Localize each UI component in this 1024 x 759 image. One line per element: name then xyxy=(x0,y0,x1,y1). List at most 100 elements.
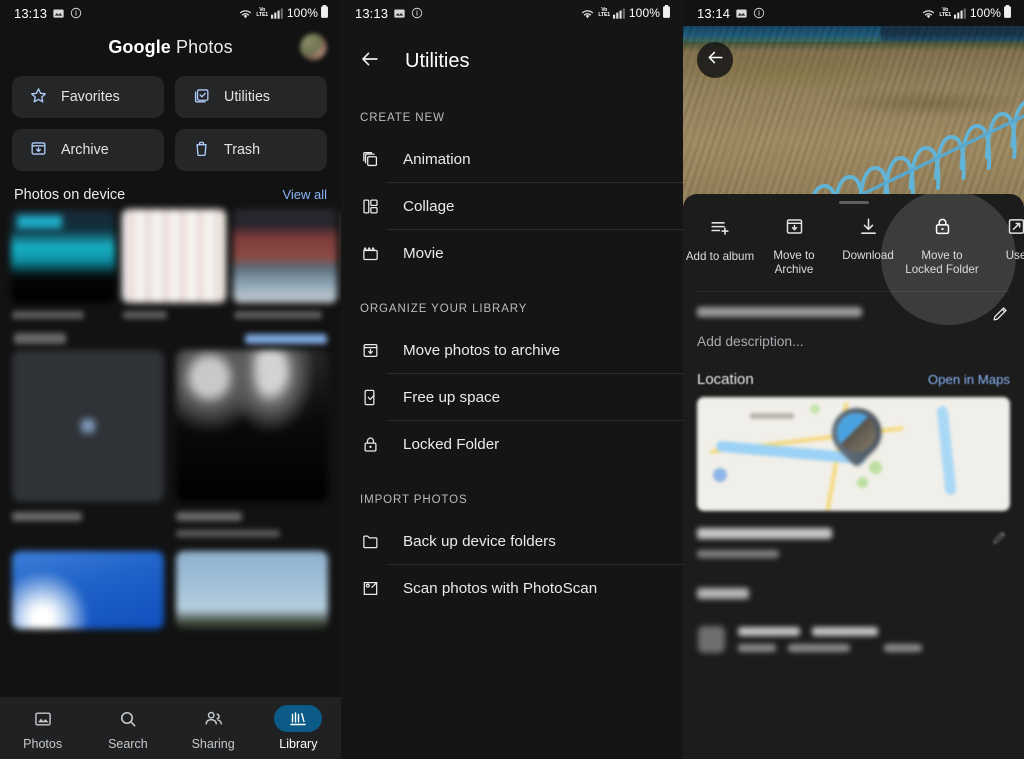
map-water-dot xyxy=(712,467,727,482)
lock-icon xyxy=(932,216,953,241)
place-name-blurred xyxy=(697,528,832,539)
battery-percent: 100% xyxy=(286,6,318,20)
folder-thumbnail xyxy=(232,209,338,303)
library-header: Google Photos xyxy=(0,26,341,68)
album-name-blurred xyxy=(12,512,82,521)
nav-label: Sharing xyxy=(191,737,235,751)
pencil-icon[interactable] xyxy=(991,304,1010,328)
menu-item-animation[interactable]: Animation xyxy=(341,136,683,183)
nav-photos[interactable]: Photos xyxy=(0,705,85,751)
open-in-maps-link[interactable]: Open in Maps xyxy=(928,372,1010,387)
star-icon xyxy=(29,86,48,109)
device-folder-item[interactable] xyxy=(232,209,338,319)
action-move-to-locked-folder[interactable]: Move to Locked Folder xyxy=(905,216,979,277)
info-icon xyxy=(753,7,765,19)
menu-label: Free up space xyxy=(403,389,501,406)
app-title: Google Photos xyxy=(108,37,232,58)
folder-thumbnail xyxy=(10,209,116,303)
details-row xyxy=(683,599,1024,653)
pencil-icon[interactable] xyxy=(991,529,1008,551)
add-description-field[interactable]: Add description... xyxy=(697,334,1010,349)
nav-library[interactable]: Library xyxy=(256,705,341,751)
detail-line xyxy=(738,644,776,652)
menu-item-locked-folder[interactable]: Locked Folder xyxy=(341,421,683,468)
trash-icon xyxy=(192,139,211,162)
chip-utilities[interactable]: Utilities xyxy=(175,76,327,118)
search-icon xyxy=(104,705,152,732)
signal-bars-icon xyxy=(612,7,626,19)
album-cover xyxy=(176,350,328,502)
details-icon-blurred xyxy=(698,626,725,653)
status-time: 13:14 xyxy=(697,5,731,21)
folder-name-blurred xyxy=(123,311,167,319)
info-icon xyxy=(70,7,82,19)
photo-preview[interactable] xyxy=(683,26,1024,220)
menu-item-free-up-space[interactable]: Free up space xyxy=(341,374,683,421)
section-heading-create-new: CREATE NEW xyxy=(360,112,445,124)
wifi-icon xyxy=(238,7,253,20)
chip-archive[interactable]: Archive xyxy=(12,129,164,171)
photo-icon xyxy=(52,7,65,20)
chip-favorites[interactable]: Favorites xyxy=(12,76,164,118)
detail-line xyxy=(884,644,922,652)
menu-item-scan-photos-with-photoscan[interactable]: Scan photos with PhotoScan xyxy=(341,565,683,612)
menu-item-movie[interactable]: Movie xyxy=(341,230,683,277)
nav-search[interactable]: Search xyxy=(85,705,170,751)
more-photos-row xyxy=(0,537,341,629)
photo-thumbnail[interactable] xyxy=(176,551,328,629)
menu-item-collage[interactable]: Collage xyxy=(341,183,683,230)
chip-label: Trash xyxy=(224,142,261,158)
device-folder-item[interactable] xyxy=(10,209,116,319)
action-download[interactable]: Download xyxy=(831,216,905,277)
map-green-area xyxy=(869,460,883,474)
screen-photo-detail: 13:14 Vo LTE1 100% Add to album Move to … xyxy=(683,0,1024,759)
menu-label: Back up device folders xyxy=(403,533,556,550)
place-info xyxy=(683,511,1024,558)
location-title: Location xyxy=(697,371,754,388)
back-button[interactable] xyxy=(697,42,733,78)
photo-thumbnail[interactable] xyxy=(12,551,164,629)
photo-date-blurred xyxy=(697,307,862,317)
brand-google: Google xyxy=(108,36,171,57)
library-icon xyxy=(274,705,323,732)
status-battery: 100% xyxy=(287,5,329,21)
action-label: Move to Locked Folder xyxy=(905,249,979,276)
volte-indicator: Vo LTE1 xyxy=(598,6,610,18)
back-arrow-icon xyxy=(706,48,725,72)
album-item[interactable] xyxy=(12,350,164,537)
menu-item-back-up-device-folders[interactable]: Back up device folders xyxy=(341,518,683,565)
signal-bars-icon xyxy=(953,7,967,19)
avatar[interactable] xyxy=(300,33,327,61)
device-folder-item[interactable] xyxy=(121,209,227,319)
back-arrow-icon[interactable] xyxy=(359,48,381,75)
wifi-icon xyxy=(921,7,936,20)
chip-label: Favorites xyxy=(61,89,120,105)
detail-line xyxy=(788,644,850,652)
action-move-to-archive[interactable]: Move to Archive xyxy=(757,216,831,277)
album-meta-blurred xyxy=(176,530,280,537)
photoscan-icon xyxy=(360,579,381,598)
location-map-container[interactable] xyxy=(683,388,1024,511)
battery-percent: 100% xyxy=(969,6,1001,20)
details-text-blurred xyxy=(738,627,922,652)
albums-sort-blurred[interactable] xyxy=(245,334,327,344)
plus-icon xyxy=(81,419,95,433)
menu-label: Move photos to archive xyxy=(403,342,561,359)
wifi-icon xyxy=(580,7,595,20)
menu-label: Collage xyxy=(403,198,455,215)
section-heading-organize: ORGANIZE YOUR LIBRARY xyxy=(360,303,528,315)
album-name-blurred xyxy=(176,512,242,521)
action-use-as[interactable]: Use xyxy=(979,216,1024,277)
collage-icon xyxy=(360,197,381,216)
view-all-link[interactable]: View all xyxy=(282,187,327,202)
map-green-area xyxy=(856,476,868,488)
location-header: Location Open in Maps xyxy=(683,349,1024,388)
menu-item-move-photos-to-archive[interactable]: Move photos to archive xyxy=(341,327,683,374)
menu-label: Movie xyxy=(403,245,444,262)
album-item[interactable] xyxy=(176,350,328,537)
action-add-to-album[interactable]: Add to album xyxy=(683,216,757,277)
nav-sharing[interactable]: Sharing xyxy=(171,705,256,751)
chip-trash[interactable]: Trash xyxy=(175,129,327,171)
album-cover xyxy=(12,350,164,502)
status-bar-library: 13:13 Vo LTE1 100% xyxy=(0,0,341,26)
